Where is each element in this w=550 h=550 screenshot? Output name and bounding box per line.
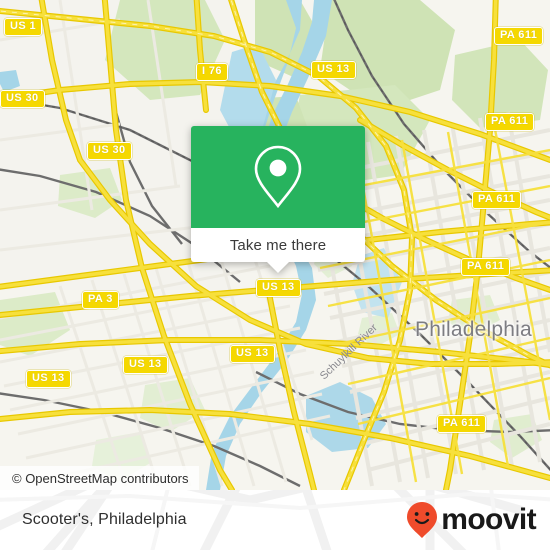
road-shield: I 76 xyxy=(196,63,228,81)
road-shield: PA 611 xyxy=(494,27,544,45)
road-shield: US 13 xyxy=(230,345,275,363)
road-shield: PA 611 xyxy=(437,415,487,433)
city-label-philadelphia: Philadelphia xyxy=(415,318,532,341)
road-shield: US 30 xyxy=(0,90,45,108)
moovit-logo[interactable]: moovit xyxy=(405,501,537,539)
road-shield: US 13 xyxy=(26,370,71,388)
road-shield: US 13 xyxy=(256,279,301,297)
road-shield: US 1 xyxy=(4,18,43,36)
map-canvas[interactable]: US 1 US 30 I 76 US 13 PA 611 PA 611 US 30 PA 61… xyxy=(0,0,550,490)
road-shield: PA 611 xyxy=(461,258,511,276)
map-screenshot: US 1 US 30 I 76 US 13 PA 611 PA 611 US 30 PA 61… xyxy=(0,0,550,550)
popup-tail-pointer xyxy=(266,261,290,273)
road-shield: PA 3 xyxy=(82,291,119,309)
location-popup-card[interactable]: Take me there xyxy=(191,126,365,273)
take-me-there-label: Take me there xyxy=(229,236,327,254)
road-shield: PA 611 xyxy=(485,113,535,131)
take-me-there-button[interactable]: Take me there xyxy=(191,228,365,273)
place-name-label: Scooter's, Philadelphia xyxy=(22,511,187,528)
moovit-pin-smile-icon xyxy=(407,502,438,538)
moovit-wordmark: moovit xyxy=(441,503,536,536)
road-shield: US 13 xyxy=(123,356,168,374)
footer-bar: Scooter's, Philadelphia moovit xyxy=(0,490,550,550)
popup-header xyxy=(191,126,365,228)
map-attribution[interactable]: © OpenStreetMap contributors xyxy=(0,466,199,490)
road-shield: US 30 xyxy=(87,142,132,160)
road-shield: US 13 xyxy=(311,61,356,79)
map-pin-icon xyxy=(254,145,302,209)
attribution-text: © OpenStreetMap contributors xyxy=(12,470,189,486)
road-shield: PA 611 xyxy=(472,191,522,209)
